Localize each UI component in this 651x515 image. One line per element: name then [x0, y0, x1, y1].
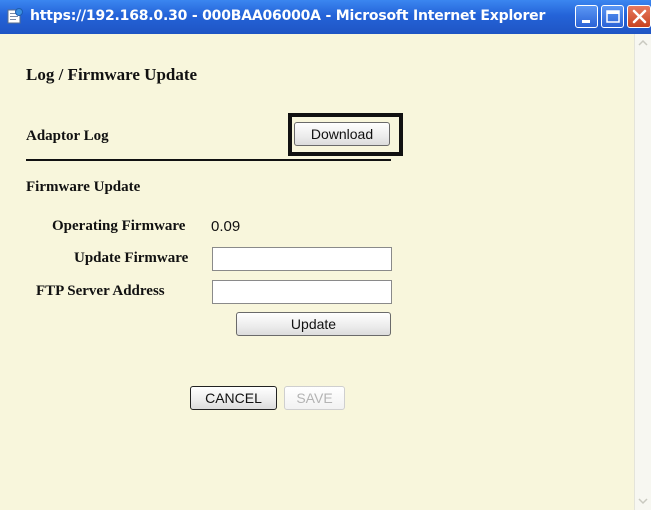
close-icon	[632, 9, 647, 24]
minimize-button[interactable]	[575, 5, 598, 28]
cancel-button[interactable]: CANCEL	[190, 386, 277, 410]
minimize-icon	[582, 20, 590, 23]
update-button[interactable]: Update	[236, 312, 391, 336]
ie-page-icon	[7, 8, 23, 24]
close-button[interactable]	[627, 5, 651, 28]
chevron-down-icon	[638, 498, 648, 505]
operating-firmware-label: Operating Firmware	[52, 218, 186, 234]
operating-firmware-value: 0.09	[211, 218, 241, 235]
firmware-update-title: Firmware Update	[26, 179, 141, 195]
ftp-server-address-field[interactable]	[212, 280, 392, 304]
ftp-server-address-label: FTP Server Address	[36, 283, 165, 299]
chevron-up-icon	[638, 39, 648, 46]
adaptor-log-label: Adaptor Log	[26, 128, 109, 144]
page-title: Log / Firmware Update	[26, 65, 198, 84]
save-button[interactable]: SAVE	[284, 386, 345, 410]
download-button[interactable]: Download	[294, 122, 390, 146]
maximize-icon	[606, 10, 620, 23]
maximize-button[interactable]	[601, 5, 624, 28]
window-title: https://192.168.0.30 - 000BAA06000A - Mi…	[30, 8, 546, 24]
section-divider	[26, 159, 391, 161]
vertical-scrollbar[interactable]	[634, 34, 651, 510]
update-firmware-label: Update Firmware	[74, 250, 189, 266]
scroll-up-button[interactable]	[635, 34, 651, 51]
title-bar[interactable]: https://192.168.0.30 - 000BAA06000A - Mi…	[0, 0, 651, 34]
browser-window: https://192.168.0.30 - 000BAA06000A - Mi…	[0, 0, 651, 510]
scroll-down-button[interactable]	[635, 493, 651, 510]
update-firmware-field[interactable]	[212, 247, 392, 271]
